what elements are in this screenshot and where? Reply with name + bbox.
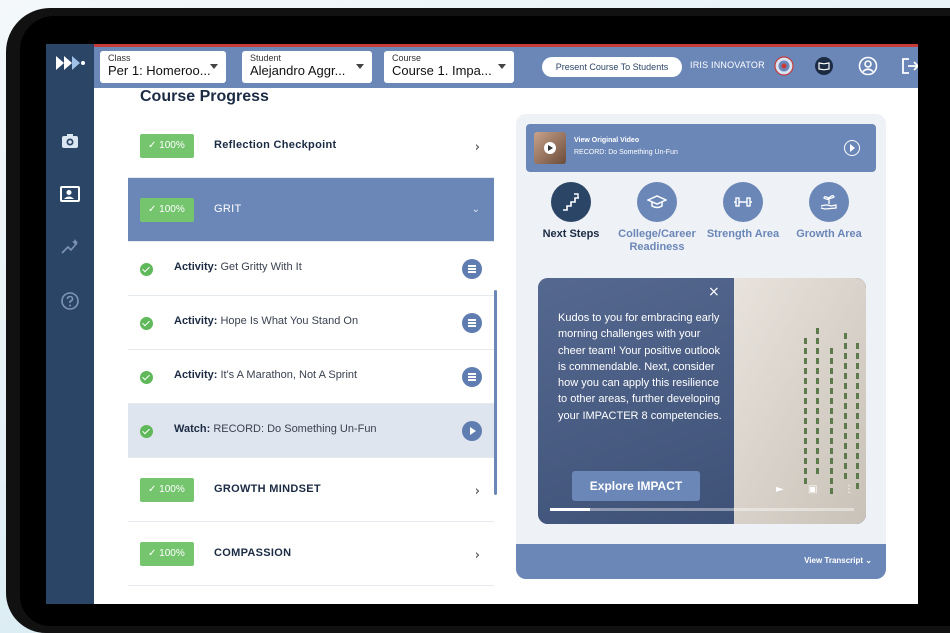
sidebar (46, 44, 94, 604)
sparkle-icon[interactable] (60, 237, 80, 257)
help-icon[interactable] (60, 291, 80, 311)
vine-decoration (830, 348, 833, 498)
category-label: College/Career Readiness (618, 228, 696, 253)
camera-icon[interactable] (60, 131, 80, 151)
completion-badge: ✓ 100% (140, 542, 194, 566)
category-college-career[interactable]: College/Career Readiness (614, 182, 700, 254)
category-strength-area[interactable]: Strength Area (700, 182, 786, 241)
section-title: Reflection Checkpoint (214, 139, 337, 151)
present-course-button[interactable]: Present Course To Students (542, 57, 682, 77)
course-progress-title: Course Progress (140, 88, 269, 105)
section-title: GROWTH MINDSET (214, 483, 321, 495)
feedback-panel: View Original Video RECORD: Do Something… (516, 114, 886, 579)
play-circle-icon[interactable] (844, 140, 860, 156)
activity-row[interactable]: Activity: Hope Is What You Stand On (128, 296, 494, 350)
vine-decoration (804, 338, 807, 488)
feedback-text: Kudos to you for embracing early morning… (558, 312, 722, 422)
play-icon (544, 142, 556, 154)
check-circle-icon (140, 371, 153, 384)
activity-text: Activity: Get Gritty With It (174, 261, 302, 273)
completion-badge: ✓ 100% (140, 198, 194, 222)
completion-badge: ✓ 100% (140, 134, 194, 158)
category-growth-area[interactable]: Growth Area (786, 182, 872, 241)
video-title: View Original Video (574, 137, 640, 144)
check-circle-icon (140, 263, 153, 276)
video-progress-fill (550, 508, 590, 511)
more-options-icon[interactable]: ⋮ (844, 484, 854, 495)
video-thumbnail (534, 132, 566, 164)
top-accent-line (94, 44, 918, 47)
completion-badge: ✓ 100% (140, 478, 194, 502)
book-icon[interactable] (814, 56, 834, 76)
activity-text: Watch: RECORD: Do Something Un-Fun (174, 423, 377, 435)
activity-row[interactable]: Activity: It's A Marathon, Not A Sprint (128, 350, 494, 404)
app-screen: Class Per 1: Homeroo... Student Alejandr… (46, 44, 918, 604)
user-name[interactable]: IRIS INNOVATOR (690, 60, 765, 70)
top-bar: Class Per 1: Homeroo... Student Alejandr… (94, 44, 918, 88)
activity-open-button[interactable] (462, 313, 482, 333)
section-compassion[interactable]: ✓ 100% COMPASSION › (128, 522, 494, 586)
sprout-hand-icon (809, 182, 849, 222)
vine-decoration (856, 343, 859, 493)
feedback-video-card: × Kudos to you for embracing early morni… (538, 278, 866, 524)
play-video-button[interactable] (462, 421, 482, 441)
activity-open-button[interactable] (462, 367, 482, 387)
logo-icon[interactable] (54, 54, 86, 72)
chevron-down-icon (498, 64, 506, 69)
section-title: COMPASSION (214, 547, 292, 559)
course-select-label: Course (392, 53, 422, 63)
check-circle-icon (140, 425, 153, 438)
class-select-label: Class (108, 53, 131, 63)
activity-text: Activity: It's A Marathon, Not A Sprint (174, 369, 358, 381)
chevron-right-icon: › (474, 484, 480, 499)
close-icon[interactable]: × (708, 284, 720, 300)
section-title: GRIT (214, 203, 242, 215)
logout-icon[interactable] (900, 56, 918, 76)
course-select-value: Course 1. Impa... (392, 63, 492, 78)
class-select-value: Per 1: Homeroo... (108, 63, 211, 78)
chevron-down-icon (210, 64, 218, 69)
video-subtitle: RECORD: Do Something Un-Fun (574, 149, 678, 156)
check-circle-icon (140, 317, 153, 330)
chevron-right-icon: › (474, 140, 480, 155)
school-seal-icon[interactable] (774, 56, 794, 76)
view-transcript-link[interactable]: View Transcript ⌄ (804, 556, 872, 565)
video-progress-bar[interactable] (550, 508, 854, 511)
chevron-right-icon: › (474, 548, 480, 563)
activity-open-button[interactable] (462, 259, 482, 279)
category-label: Next Steps (542, 228, 600, 240)
student-card-icon[interactable] (60, 184, 80, 204)
graduation-cap-icon (637, 182, 677, 222)
chevron-down-icon (356, 64, 364, 69)
scrollbar[interactable] (494, 290, 497, 495)
fullscreen-icon[interactable]: ▣ (808, 484, 817, 495)
explore-impact-button[interactable]: Explore IMPACT (572, 471, 700, 501)
section-grit[interactable]: ✓ 100% GRIT ⌄ (128, 178, 494, 242)
volume-icon[interactable]: ► (776, 484, 784, 495)
student-select-value: Alejandro Aggr... (250, 63, 346, 78)
course-select[interactable]: Course Course 1. Impa... (384, 51, 514, 83)
transcript-bar[interactable]: View Transcript ⌄ (516, 544, 886, 579)
category-label: Strength Area (706, 228, 780, 240)
vine-decoration (816, 328, 819, 478)
activity-row[interactable]: Activity: Get Gritty With It (128, 242, 494, 296)
original-video-bar[interactable]: View Original Video RECORD: Do Something… (526, 124, 876, 172)
vine-decoration (844, 333, 847, 483)
chevron-down-icon: ⌄ (471, 204, 480, 215)
category-label: Growth Area (796, 228, 862, 240)
stairs-icon (551, 182, 591, 222)
dumbbell-icon (723, 182, 763, 222)
section-reflection-checkpoint[interactable]: ✓ 100% Reflection Checkpoint › (128, 114, 494, 178)
class-select[interactable]: Class Per 1: Homeroo... (100, 51, 226, 83)
student-select[interactable]: Student Alejandro Aggr... (242, 51, 372, 83)
student-select-label: Student (250, 53, 282, 63)
account-icon[interactable] (858, 56, 878, 76)
category-next-steps[interactable]: Next Steps (528, 182, 614, 241)
section-growth-mindset[interactable]: ✓ 100% GROWTH MINDSET › (128, 458, 494, 522)
activity-text: Activity: Hope Is What You Stand On (174, 315, 359, 327)
activity-row-current[interactable]: Watch: RECORD: Do Something Un-Fun (128, 404, 494, 458)
